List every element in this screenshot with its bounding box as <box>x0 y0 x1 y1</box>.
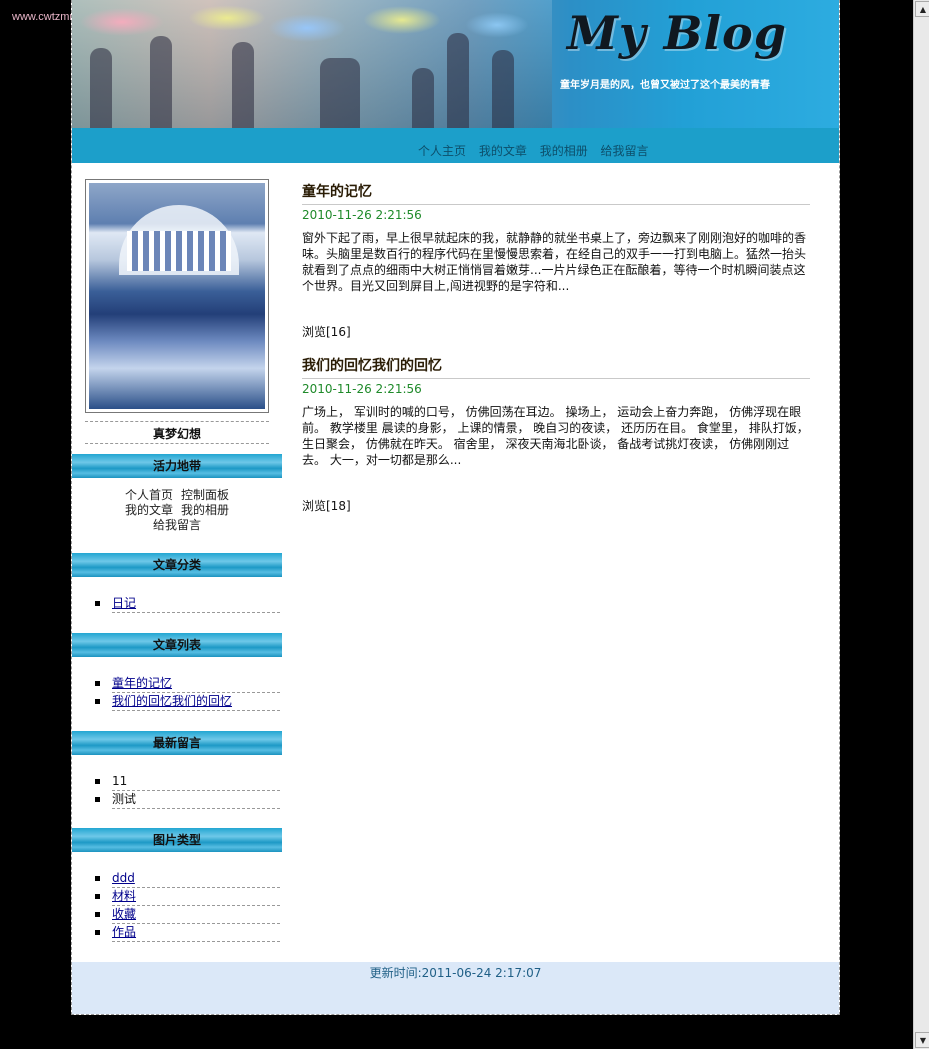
photo-type-list: ddd 材料 收藏 作品 <box>95 870 280 942</box>
nav-album-link[interactable]: 我的相册 <box>540 144 588 158</box>
article-link[interactable]: 我们的回忆我们的回忆 <box>112 694 232 708</box>
list-item: 测试 <box>95 791 280 809</box>
list-item: 童年的记忆 <box>95 675 280 693</box>
divider <box>85 443 269 444</box>
list-item: 日记 <box>95 595 280 613</box>
photo-type-link[interactable]: 材料 <box>112 889 136 903</box>
footer-updated-time: 更新时间:2011-06-24 2:17:07 <box>369 966 542 980</box>
post-excerpt: 广场上， 军训时的喊的口号， 仿佛回荡在耳边。 操场上， 运动会上奋力奔跑， 仿… <box>302 405 809 467</box>
post-date: 2010-11-26 2:21:56 <box>302 208 422 222</box>
link-my-album[interactable]: 我的相册 <box>181 503 229 517</box>
post-excerpt: 窗外下起了雨，早上很早就起床的我，就静静的就坐书桌上了，旁边飘来了刚刚泡好的咖啡… <box>302 231 807 293</box>
post-views: 浏览[18] <box>302 499 351 513</box>
nav-home-link[interactable]: 个人主页 <box>418 144 466 158</box>
banner-figure <box>232 42 254 128</box>
list-item: 收藏 <box>95 906 280 924</box>
post-entry: 我们的回忆我们的回忆 2010-11-26 2:21:56 广场上， 军训时的喊… <box>302 355 810 514</box>
banner-figure <box>492 50 514 128</box>
banner-figure <box>150 36 172 128</box>
blog-page: My Blog 童年岁月是的风，也曾又被过了这个最美的青春 个人主页 我的文章 … <box>71 0 840 1015</box>
nav-guestbook-link[interactable]: 给我留言 <box>601 144 649 158</box>
post-date: 2010-11-26 2:21:56 <box>302 382 422 396</box>
section-header-activity: 活力地带 <box>72 454 282 478</box>
article-link[interactable]: 童年的记忆 <box>112 676 172 690</box>
list-item: 我们的回忆我们的回忆 <box>95 693 280 711</box>
scroll-down-icon[interactable]: ▼ <box>915 1032 929 1048</box>
post-title[interactable]: 童年的记忆 <box>302 181 810 201</box>
footer: 更新时间:2011-06-24 2:17:07 <box>72 962 839 1014</box>
link-control-panel[interactable]: 控制面板 <box>181 488 229 502</box>
post-title-rule <box>302 204 810 205</box>
watermark-text: www.cwtzmm <box>12 11 79 23</box>
scroll-up-icon[interactable]: ▲ <box>915 1 929 17</box>
blog-title: My Blog <box>567 6 787 60</box>
comment-text[interactable]: 11 <box>112 774 127 788</box>
category-link[interactable]: 日记 <box>112 596 136 610</box>
post-views: 浏览[16] <box>302 325 351 339</box>
blog-subtitle: 童年岁月是的风，也曾又被过了这个最美的青春 <box>560 80 770 91</box>
banner-figure <box>320 58 360 128</box>
header-banner: My Blog 童年岁月是的风，也曾又被过了这个最美的青春 <box>72 0 839 128</box>
profile-photo <box>85 179 269 413</box>
category-list: 日记 <box>95 595 280 613</box>
top-navigation: 个人主页 我的文章 我的相册 给我留言 <box>72 128 839 163</box>
banner-illustration <box>72 0 552 128</box>
comment-text[interactable]: 测试 <box>112 792 136 806</box>
comment-list: 11 测试 <box>95 773 280 809</box>
banner-figure <box>447 33 469 128</box>
photo-columns <box>127 231 231 271</box>
divider <box>85 421 269 422</box>
link-my-articles[interactable]: 我的文章 <box>125 503 173 517</box>
profile-photo-image <box>89 183 265 409</box>
list-item: 11 <box>95 773 280 791</box>
list-item: 作品 <box>95 924 280 942</box>
section-header-comments: 最新留言 <box>72 731 282 755</box>
nav-articles-link[interactable]: 我的文章 <box>479 144 527 158</box>
photo-type-link[interactable]: 收藏 <box>112 907 136 921</box>
vertical-scrollbar[interactable]: ▲ ▼ <box>913 0 929 1049</box>
article-list: 童年的记忆 我们的回忆我们的回忆 <box>95 675 280 711</box>
list-item: 材料 <box>95 888 280 906</box>
activity-links: 个人首页 控制面板 我的文章 我的相册 给我留言 <box>72 488 282 533</box>
photo-type-link[interactable]: 作品 <box>112 925 136 939</box>
link-personal-home[interactable]: 个人首页 <box>125 488 173 502</box>
list-item: ddd <box>95 870 280 888</box>
post-entry: 童年的记忆 2010-11-26 2:21:56 窗外下起了雨，早上很早就起床的… <box>302 181 810 340</box>
link-leave-message[interactable]: 给我留言 <box>153 518 201 532</box>
post-title-rule <box>302 378 810 379</box>
profile-caption: 真梦幻想 <box>152 427 201 441</box>
section-header-photo-types: 图片类型 <box>72 828 282 852</box>
photo-type-link[interactable]: ddd <box>112 871 135 885</box>
section-header-articles: 文章列表 <box>72 633 282 657</box>
banner-figure <box>90 48 112 128</box>
post-title[interactable]: 我们的回忆我们的回忆 <box>302 355 810 375</box>
section-header-categories: 文章分类 <box>72 553 282 577</box>
banner-figure <box>412 68 434 128</box>
